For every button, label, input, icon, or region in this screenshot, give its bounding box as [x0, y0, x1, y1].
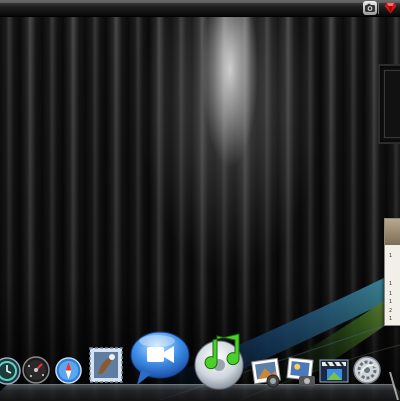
ichat-icon[interactable] [129, 330, 191, 388]
image-capture-icon[interactable] [285, 356, 317, 388]
dark-window-edge[interactable] [378, 64, 400, 144]
doc-line: 1 [389, 281, 393, 287]
ruby-icon[interactable] [383, 1, 397, 15]
doc-line: 1 [389, 253, 393, 259]
doc-line: 1 [389, 299, 393, 305]
doc-line: 2 [389, 308, 393, 314]
menu-bar-shine [0, 0, 400, 3]
doc-line: 1 [389, 291, 393, 297]
dashboard-icon[interactable] [21, 355, 51, 385]
camera-icon[interactable] [363, 1, 377, 15]
menu-bar [0, 0, 400, 17]
doc-line: 1 [389, 316, 393, 322]
document-window-edge[interactable]: 1 1 1 1 2 1 [384, 218, 400, 326]
dock-separator [388, 372, 400, 400]
dark-window-frame [384, 70, 400, 138]
document-window-titlebar[interactable] [385, 219, 400, 245]
safari-icon[interactable] [54, 356, 83, 385]
itunes-icon[interactable] [193, 332, 249, 390]
iphoto-icon[interactable] [251, 356, 283, 388]
mail-icon[interactable] [88, 346, 124, 384]
dock [0, 331, 400, 400]
system-preferences-icon[interactable] [352, 355, 382, 385]
menu-bar-separator [378, 2, 379, 14]
imovie-icon[interactable] [318, 356, 350, 388]
time-machine-icon[interactable] [0, 356, 22, 386]
